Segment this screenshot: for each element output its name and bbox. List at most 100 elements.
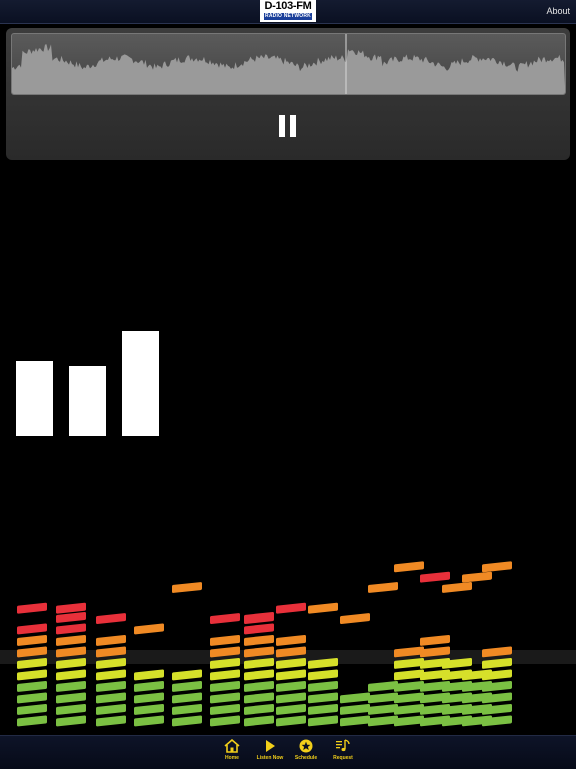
equalizer-segment	[340, 715, 370, 727]
equalizer-segment	[56, 669, 86, 681]
equalizer-segment	[308, 680, 338, 692]
equalizer-segment	[210, 692, 240, 704]
equalizer-segment	[244, 692, 274, 704]
equalizer-segment	[17, 715, 47, 727]
equalizer-segment	[17, 703, 47, 715]
equalizer-segment	[134, 715, 164, 727]
equalizer-segment	[56, 680, 86, 692]
level-bar	[122, 331, 159, 436]
bottom-tab-bar: Home Listen Now Schedule Request	[0, 735, 576, 769]
waveform-graphic	[12, 34, 565, 94]
equalizer-segment	[134, 669, 164, 681]
station-logo: D-103-FM RADIO NETWORK	[260, 0, 316, 22]
waveform-path	[12, 44, 565, 94]
equalizer-segment	[276, 669, 306, 681]
equalizer-peak	[420, 571, 450, 583]
equalizer-segment	[56, 715, 86, 727]
tab-request[interactable]: Request	[321, 739, 365, 767]
equalizer-peak	[172, 582, 202, 593]
equalizer-segment	[172, 692, 202, 704]
equalizer-segment	[96, 715, 126, 727]
equalizer-segment	[244, 680, 274, 692]
equalizer-segment	[96, 680, 126, 692]
pause-icon-bar	[290, 115, 296, 137]
waveform-display	[11, 33, 566, 95]
equalizer-segment	[17, 669, 47, 681]
equalizer-segment	[172, 680, 202, 692]
equalizer-segment	[96, 634, 126, 646]
equalizer-segment	[56, 703, 86, 715]
equalizer-segment	[308, 715, 338, 727]
equalizer-segment	[368, 715, 398, 727]
equalizer-segment	[210, 669, 240, 681]
equalizer-segment	[56, 623, 86, 635]
equalizer-peak	[56, 602, 86, 614]
equalizer-segment	[244, 715, 274, 727]
equalizer-segment	[210, 634, 240, 646]
equalizer-segment	[56, 692, 86, 704]
equalizer-segment	[276, 715, 306, 727]
equalizer-segment	[17, 692, 47, 704]
logo-subtitle: RADIO NETWORK	[264, 13, 312, 20]
equalizer-peak	[96, 613, 126, 624]
home-icon	[224, 739, 240, 753]
equalizer-segment	[17, 634, 47, 646]
music-note-icon	[336, 739, 350, 752]
play-icon	[266, 740, 275, 752]
equalizer-peak	[276, 602, 306, 614]
equalizer-segment	[244, 669, 274, 681]
equalizer-peak	[17, 602, 47, 614]
equalizer-segment	[308, 692, 338, 704]
equalizer-peak	[210, 613, 240, 624]
equalizer-segment	[17, 623, 47, 635]
equalizer-segment	[340, 692, 370, 704]
equalizer-peak	[368, 582, 398, 593]
equalizer-segment	[368, 680, 398, 692]
level-bar	[16, 361, 53, 436]
equalizer-peak	[482, 561, 512, 573]
equalizer-segment	[96, 669, 126, 681]
equalizer-segment	[276, 634, 306, 646]
equalizer-segment	[276, 703, 306, 715]
equalizer-segment	[172, 703, 202, 715]
equalizer-segment	[368, 703, 398, 715]
equalizer-peak	[134, 623, 164, 635]
equalizer-segment	[210, 703, 240, 715]
player-panel	[6, 28, 570, 160]
equalizer-segment	[134, 692, 164, 704]
equalizer-peak	[394, 561, 424, 573]
equalizer-segment	[96, 692, 126, 704]
equalizer-segment	[308, 669, 338, 681]
level-bar	[69, 366, 106, 436]
equalizer-segment	[134, 703, 164, 715]
equalizer-segment	[368, 692, 398, 704]
equalizer-graphic	[0, 561, 576, 727]
about-button[interactable]: About	[546, 6, 570, 16]
equalizer-segment	[96, 703, 126, 715]
logo-title: D-103-FM	[264, 0, 312, 12]
equalizer-segment	[172, 715, 202, 727]
star-icon	[299, 739, 313, 753]
equalizer-segment	[394, 692, 424, 704]
equalizer-peak	[442, 582, 472, 593]
equalizer-peak	[340, 613, 370, 624]
equalizer-segment	[244, 703, 274, 715]
pause-button[interactable]	[279, 115, 297, 137]
equalizer-segment	[244, 634, 274, 646]
equalizer-segment	[420, 634, 450, 646]
tab-request-label: Request	[333, 755, 353, 761]
equalizer-segment	[17, 680, 47, 692]
equalizer-segment	[394, 703, 424, 715]
equalizer-segment	[56, 611, 86, 623]
equalizer-segment	[210, 680, 240, 692]
equalizer-segment	[244, 623, 274, 635]
equalizer-segment	[394, 669, 424, 681]
equalizer-segment	[172, 669, 202, 681]
equalizer-segment	[210, 715, 240, 727]
pause-icon	[279, 115, 285, 137]
equalizer-segment	[340, 703, 370, 715]
equalizer-segment	[308, 703, 338, 715]
equalizer-peak	[462, 571, 492, 583]
equalizer-segment	[276, 680, 306, 692]
equalizer-segment	[276, 692, 306, 704]
